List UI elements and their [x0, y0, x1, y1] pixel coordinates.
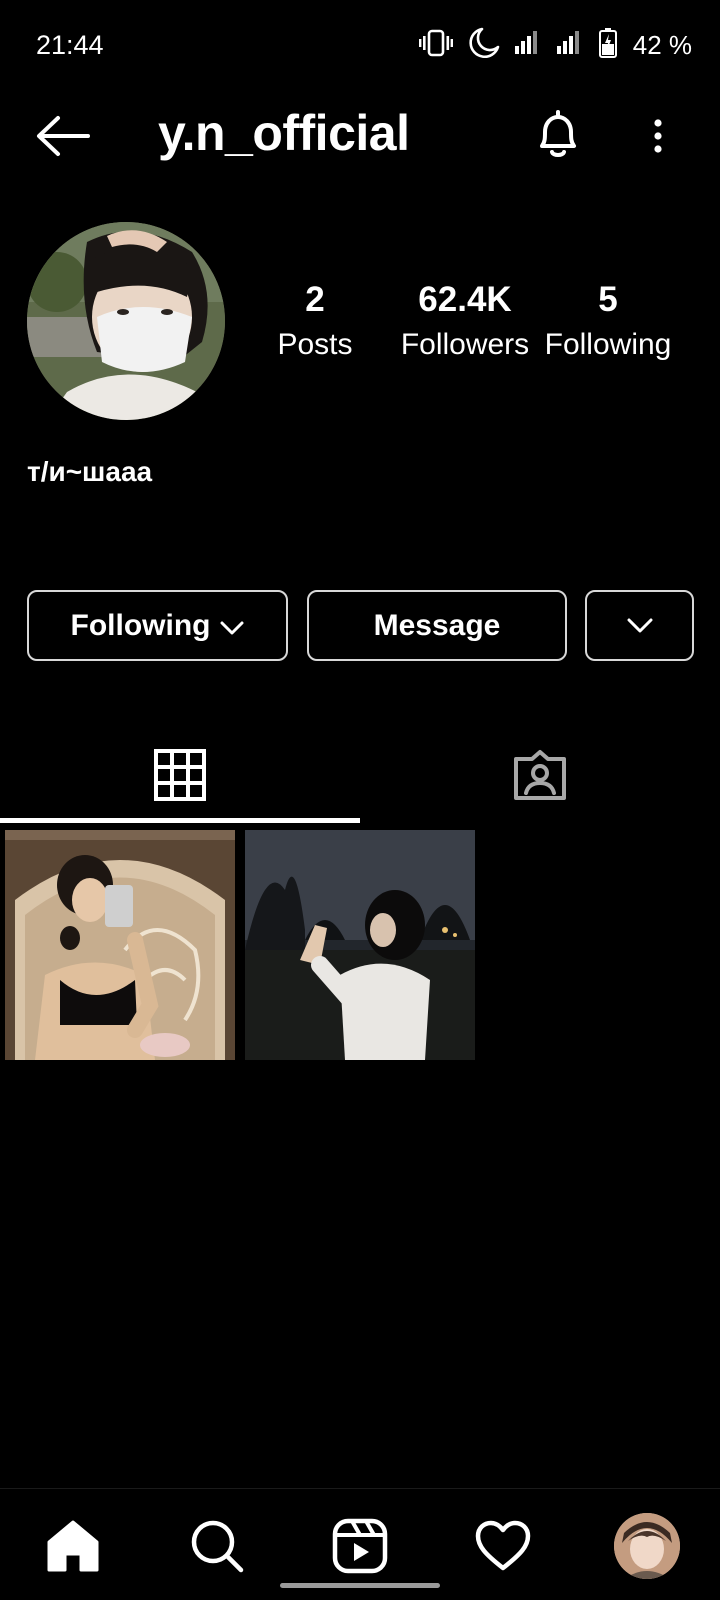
nav-profile[interactable]: [612, 1511, 682, 1581]
profile-header: y.n_official: [0, 96, 720, 176]
message-button[interactable]: Message: [307, 590, 567, 661]
notifications-button[interactable]: [530, 104, 586, 164]
selected-tab-indicator: [0, 818, 360, 823]
following-label: Following: [544, 328, 672, 361]
tab-grid[interactable]: [0, 730, 360, 820]
more-options-button[interactable]: [640, 108, 676, 164]
profile-username: y.n_official: [158, 105, 410, 161]
signal-icon: [514, 30, 543, 61]
nav-home[interactable]: [38, 1511, 108, 1581]
search-icon: [191, 1520, 244, 1573]
nav-search[interactable]: [182, 1511, 252, 1581]
back-button[interactable]: [32, 106, 92, 166]
more-vertical-icon: [654, 119, 662, 153]
back-arrow-icon: [37, 116, 90, 156]
following-button[interactable]: Following: [27, 590, 288, 661]
profile-avatar[interactable]: [27, 222, 225, 420]
profile-bio: т/и~шааа: [27, 456, 153, 487]
profile-actions: Following Message: [27, 590, 694, 662]
profile-tabs: [0, 730, 720, 825]
home-indicator: [280, 1583, 440, 1588]
suggested-accounts-button[interactable]: [585, 590, 694, 661]
message-button-label: Message: [373, 608, 501, 642]
status-bar: 21:44 42 %: [0, 0, 720, 90]
status-icons: 42 %: [418, 26, 692, 65]
reels-icon: [332, 1518, 388, 1574]
vibrate-icon: [418, 28, 453, 63]
nav-reels[interactable]: [325, 1511, 395, 1581]
followers-count: 62.4K: [418, 280, 512, 319]
post-thumbnail[interactable]: [5, 830, 235, 1060]
status-time: 21:44: [36, 30, 104, 60]
chevron-down-icon: [627, 618, 652, 632]
profile-stats: 2 Posts 62.4K Followers 5 Following: [260, 280, 700, 380]
battery-percentage: 42 %: [632, 30, 692, 60]
moon-icon: [467, 26, 501, 65]
following-count: 5: [598, 280, 618, 319]
tab-tagged[interactable]: [360, 730, 720, 820]
home-icon: [47, 1520, 99, 1572]
profile-avatar: [614, 1513, 680, 1579]
nav-activity[interactable]: [468, 1511, 538, 1581]
following-button-label: Following: [70, 608, 211, 642]
tagged-person-icon: [514, 750, 566, 800]
posts-stat[interactable]: 2 Posts: [270, 280, 360, 362]
following-stat[interactable]: 5 Following: [538, 280, 678, 362]
followers-stat[interactable]: 62.4K Followers: [390, 280, 540, 362]
grid-icon: [154, 749, 206, 801]
chevron-down-icon: [220, 621, 244, 634]
bell-icon: [540, 110, 576, 157]
posts-count: 2: [305, 280, 325, 319]
signal-icon: [556, 30, 585, 61]
post-thumbnail[interactable]: [245, 830, 475, 1060]
followers-label: Followers: [400, 328, 530, 361]
battery-icon: [598, 28, 617, 63]
heart-icon: [475, 1520, 531, 1571]
posts-label: Posts: [277, 328, 353, 361]
